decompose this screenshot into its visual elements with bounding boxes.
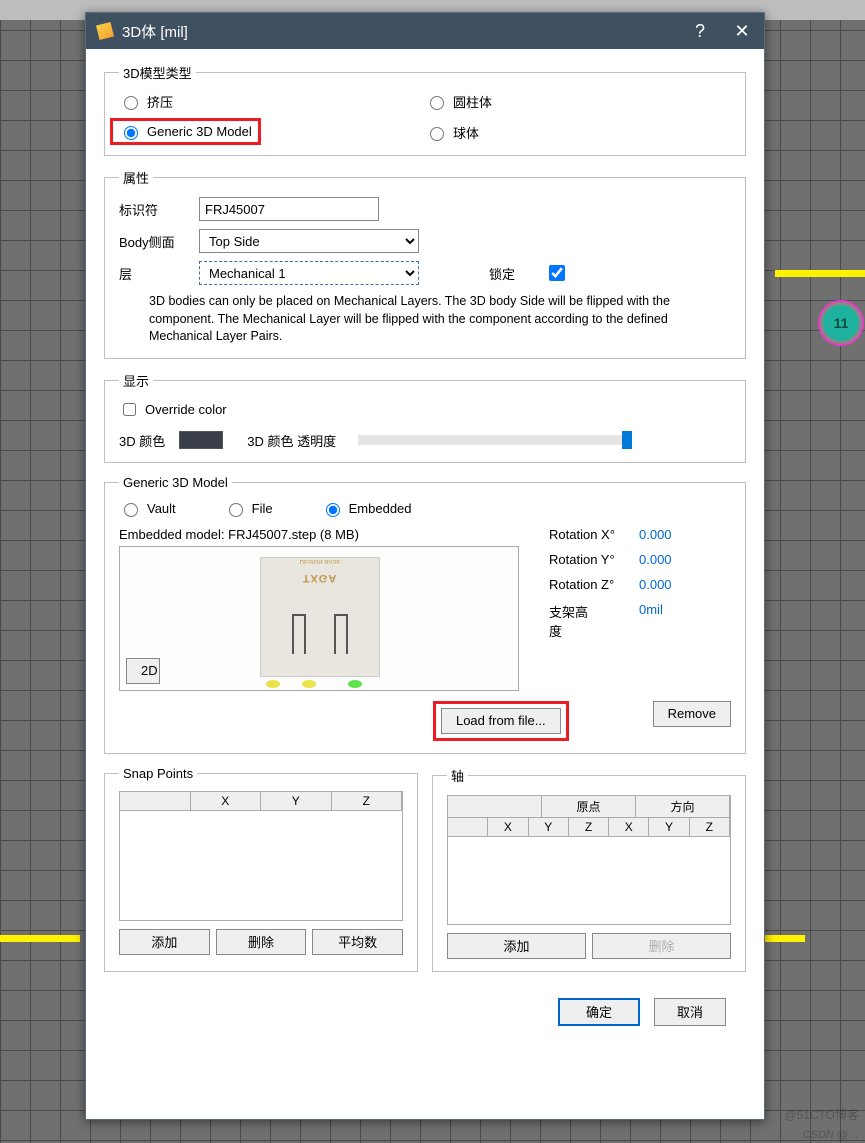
slider-thumb[interactable] bbox=[622, 431, 632, 449]
embedded-model-value: FRJ45007.step (8 MB) bbox=[228, 527, 359, 542]
lock-checkbox[interactable] bbox=[549, 265, 565, 281]
radio-source-vault[interactable]: Vault bbox=[119, 500, 176, 517]
ok-button[interactable]: 确定 bbox=[558, 998, 640, 1026]
axis-group: 轴 原点 方向 X Y Z X Y Z bbox=[432, 766, 746, 972]
snap-add-button[interactable]: 添加 bbox=[119, 929, 210, 955]
layer-helper-text: 3D bodies can only be placed on Mechanic… bbox=[149, 293, 719, 346]
model-thumbnail: DESIGN BASE TXGA bbox=[260, 557, 380, 677]
cancel-button[interactable]: 取消 bbox=[654, 998, 726, 1026]
standoff-label: 支架高度 bbox=[549, 602, 599, 640]
override-color-checkbox[interactable]: Override color bbox=[119, 400, 731, 419]
model-type-group: 3D模型类型 挤压 圆柱体 Generic 3D Model 球体 bbox=[104, 63, 746, 156]
layer-label: 层 bbox=[119, 264, 189, 283]
titlebar: 3D体 [mil] ? ✕ bbox=[86, 13, 764, 49]
lock-label: 锁定 bbox=[489, 264, 515, 283]
color3d-label: 3D 颜色 bbox=[119, 431, 165, 450]
radio-source-file[interactable]: File bbox=[224, 500, 273, 517]
help-button[interactable]: ? bbox=[688, 21, 712, 42]
standoff-value[interactable]: 0mil bbox=[639, 602, 663, 640]
app-icon bbox=[96, 22, 114, 40]
axis-table[interactable]: 原点 方向 X Y Z X Y Z bbox=[447, 795, 731, 925]
axis-delete-button[interactable]: 删除 bbox=[592, 933, 731, 959]
watermark: CSDN @… bbox=[803, 1129, 859, 1141]
identifier-input[interactable] bbox=[199, 197, 379, 221]
remove-button[interactable]: Remove bbox=[653, 701, 731, 727]
toggle-2d-button[interactable]: 2D bbox=[126, 658, 160, 684]
rotation-x-value[interactable]: 0.000 bbox=[639, 527, 672, 542]
axis-add-button[interactable]: 添加 bbox=[447, 933, 586, 959]
radio-cylinder[interactable]: 圆柱体 bbox=[425, 92, 731, 111]
generic-3d-model-group: Generic 3D Model Vault File Embedded Emb… bbox=[104, 475, 746, 754]
color3d-swatch[interactable] bbox=[179, 431, 223, 449]
rotation-z-label: Rotation Z° bbox=[549, 577, 629, 592]
load-from-file-button[interactable]: Load from file... bbox=[441, 708, 561, 734]
snap-points-group: Snap Points X Y Z 添加 删除 平均数 bbox=[104, 766, 418, 972]
rotation-y-label: Rotation Y° bbox=[549, 552, 629, 567]
embedded-model-label: Embedded model: bbox=[119, 527, 225, 542]
window-title: 3D体 [mil] bbox=[122, 21, 188, 42]
rotation-z-value[interactable]: 0.000 bbox=[639, 577, 672, 592]
rotation-x-label: Rotation X° bbox=[549, 527, 629, 542]
radio-sphere[interactable]: 球体 bbox=[425, 121, 731, 143]
rotation-y-value[interactable]: 0.000 bbox=[639, 552, 672, 567]
snap-average-button[interactable]: 平均数 bbox=[312, 929, 403, 955]
snap-delete-button[interactable]: 删除 bbox=[216, 929, 307, 955]
radio-source-embedded[interactable]: Embedded bbox=[321, 500, 412, 517]
radio-extrude[interactable]: 挤压 bbox=[119, 92, 425, 111]
identifier-label: 标识符 bbox=[119, 200, 189, 219]
pcb-pad-11: 11 bbox=[820, 302, 862, 344]
watermark: @51CTO博客 bbox=[784, 1106, 859, 1123]
model-preview: DESIGN BASE TXGA 2D bbox=[119, 546, 519, 691]
properties-group: 属性 标识符 Body侧面 Top Side 层 Mechanical 1 锁定… bbox=[104, 168, 746, 359]
close-button[interactable]: ✕ bbox=[730, 21, 754, 42]
body-side-select[interactable]: Top Side bbox=[199, 229, 419, 253]
layer-select[interactable]: Mechanical 1 bbox=[199, 261, 419, 285]
snap-points-table[interactable]: X Y Z bbox=[119, 791, 403, 921]
opacity-label: 3D 颜色 透明度 bbox=[247, 431, 336, 450]
radio-generic-3d-model[interactable]: Generic 3D Model bbox=[119, 123, 252, 140]
dialog-3d-body: 3D体 [mil] ? ✕ 3D模型类型 挤压 圆柱体 Generic 3D M… bbox=[85, 12, 765, 1120]
body-side-label: Body侧面 bbox=[119, 232, 189, 251]
opacity-slider[interactable] bbox=[358, 435, 628, 445]
display-group: 显示 Override color 3D 颜色 3D 颜色 透明度 bbox=[104, 371, 746, 463]
